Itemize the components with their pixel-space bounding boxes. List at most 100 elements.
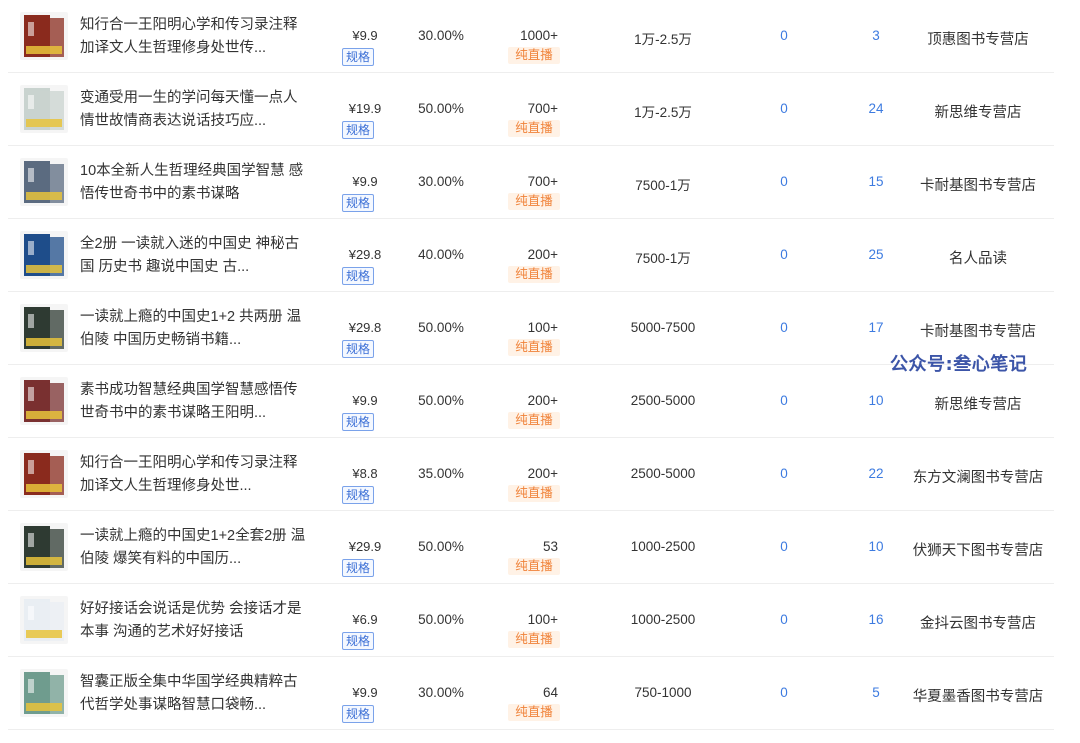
- spec-button[interactable]: 规格: [342, 48, 375, 66]
- product-price: ¥6.9: [352, 612, 378, 627]
- spec-button[interactable]: 规格: [342, 413, 375, 431]
- spec-button[interactable]: 规格: [342, 267, 375, 285]
- count-link-a[interactable]: 0: [748, 247, 820, 262]
- product-title[interactable]: 知行合一王阳明心学和传习录注释加译文人生哲理修身处世传...: [80, 14, 308, 60]
- book-cover-thumbnail[interactable]: [20, 12, 68, 60]
- table-row[interactable]: 一读就上瘾的中国史1+2全套2册 温伯陵 爆笑有料的中国历... ¥29.9 规…: [8, 511, 1054, 584]
- sales-count: 53: [542, 539, 558, 554]
- commission-rate: 50.00%: [418, 393, 464, 408]
- sales-count: 64: [542, 685, 558, 700]
- table-row[interactable]: 好好接话会说话是优势 会接话才是本事 沟通的艺术好好接话 ¥6.9 规格 50.…: [8, 584, 1054, 657]
- sales-amount-range: 1000-2500: [630, 539, 696, 554]
- product-title[interactable]: 一读就上瘾的中国史1+2 共两册 温伯陵 中国历史畅销书籍...: [80, 306, 308, 352]
- count-link-b[interactable]: 22: [846, 466, 906, 481]
- count-link-b[interactable]: 5: [846, 685, 906, 700]
- book-cover-thumbnail[interactable]: [20, 158, 68, 206]
- sales-count: 100+: [527, 612, 558, 627]
- count-link-a[interactable]: 0: [748, 174, 820, 189]
- book-cover-thumbnail[interactable]: [20, 85, 68, 133]
- shop-name[interactable]: 金抖云图书专营店: [903, 612, 1053, 633]
- count-link-b[interactable]: 15: [846, 174, 906, 189]
- spec-button[interactable]: 规格: [342, 340, 375, 358]
- spec-button[interactable]: 规格: [342, 194, 375, 212]
- sales-amount-range: 1000-2500: [630, 612, 696, 627]
- product-price: ¥9.9: [352, 393, 378, 408]
- commission-rate: 40.00%: [418, 247, 464, 262]
- book-cover-thumbnail[interactable]: [20, 231, 68, 279]
- product-title[interactable]: 知行合一王阳明心学和传习录注释加译文人生哲理修身处世...: [80, 452, 308, 498]
- sales-count: 200+: [527, 466, 558, 481]
- book-cover-thumbnail[interactable]: [20, 669, 68, 717]
- shop-name[interactable]: 名人品读: [903, 247, 1053, 268]
- book-cover-thumbnail[interactable]: [20, 377, 68, 425]
- count-link-b[interactable]: 16: [846, 612, 906, 627]
- commission-rate: 30.00%: [418, 174, 464, 189]
- spec-button[interactable]: 规格: [342, 559, 375, 577]
- book-cover-thumbnail[interactable]: [20, 304, 68, 352]
- product-price: ¥19.9: [348, 101, 382, 116]
- spec-button[interactable]: 规格: [342, 632, 375, 650]
- count-link-a[interactable]: 0: [748, 539, 820, 554]
- count-link-b[interactable]: 10: [846, 539, 906, 554]
- table-row[interactable]: 10本全新人生哲理经典国学智慧 感悟传世奇书中的素书谋略 ¥9.9 规格 30.…: [8, 146, 1054, 219]
- shop-name[interactable]: 东方文澜图书专营店: [903, 466, 1053, 487]
- book-cover-thumbnail[interactable]: [20, 523, 68, 571]
- sales-count: 200+: [527, 247, 558, 262]
- live-only-badge: 纯直播: [508, 631, 560, 648]
- live-only-badge: 纯直播: [508, 120, 560, 137]
- count-link-a[interactable]: 0: [748, 466, 820, 481]
- count-link-b[interactable]: 17: [846, 320, 906, 335]
- sales-amount-range: 5000-7500: [630, 320, 696, 335]
- live-only-badge: 纯直播: [508, 485, 560, 502]
- book-cover-thumbnail[interactable]: [20, 450, 68, 498]
- sales-amount-range: 1万-2.5万: [634, 32, 692, 47]
- commission-rate: 50.00%: [418, 101, 464, 116]
- shop-name[interactable]: 卡耐基图书专营店: [903, 174, 1053, 195]
- count-link-b[interactable]: 3: [846, 28, 906, 43]
- product-title[interactable]: 好好接话会说话是优势 会接话才是本事 沟通的艺术好好接话: [80, 598, 308, 644]
- sales-amount-range: 1万-2.5万: [634, 105, 692, 120]
- count-link-a[interactable]: 0: [748, 612, 820, 627]
- shop-name[interactable]: 华夏墨香图书专营店: [903, 685, 1053, 706]
- product-title[interactable]: 一读就上瘾的中国史1+2全套2册 温伯陵 爆笑有料的中国历...: [80, 525, 308, 571]
- product-price: ¥9.9: [352, 174, 378, 189]
- book-cover-thumbnail[interactable]: [20, 596, 68, 644]
- product-price: ¥9.9: [352, 28, 378, 43]
- count-link-b[interactable]: 24: [846, 101, 906, 116]
- spec-button[interactable]: 规格: [342, 486, 375, 504]
- shop-name[interactable]: 伏狮天下图书专营店: [903, 539, 1053, 560]
- shop-name[interactable]: 顶惠图书专营店: [903, 28, 1053, 49]
- count-link-a[interactable]: 0: [748, 28, 820, 43]
- shop-name[interactable]: 卡耐基图书专营店: [903, 320, 1053, 341]
- spec-button[interactable]: 规格: [342, 705, 375, 723]
- count-link-a[interactable]: 0: [748, 320, 820, 335]
- spec-button[interactable]: 规格: [342, 121, 375, 139]
- live-only-badge: 纯直播: [508, 193, 560, 210]
- product-title[interactable]: 智囊正版全集中华国学经典精粹古代哲学处事谋略智慧口袋畅...: [80, 671, 308, 717]
- live-only-badge: 纯直播: [508, 412, 560, 429]
- watermark: 公众号:叁心笔记: [890, 354, 1028, 375]
- count-link-b[interactable]: 10: [846, 393, 906, 408]
- product-title[interactable]: 10本全新人生哲理经典国学智慧 感悟传世奇书中的素书谋略: [80, 160, 308, 206]
- product-title[interactable]: 变通受用一生的学问每天懂一点人情世故情商表达说话技巧应...: [80, 87, 308, 133]
- product-title[interactable]: 全2册 一读就入迷的中国史 神秘古国 历史书 趣说中国史 古...: [80, 233, 308, 279]
- count-link-b[interactable]: 25: [846, 247, 906, 262]
- sales-amount-range: 2500-5000: [630, 466, 696, 481]
- live-only-badge: 纯直播: [508, 266, 560, 283]
- table-row[interactable]: 变通受用一生的学问每天懂一点人情世故情商表达说话技巧应... ¥19.9 规格 …: [8, 73, 1054, 146]
- table-row[interactable]: 知行合一王阳明心学和传习录注释加译文人生哲理修身处世... ¥8.8 规格 35…: [8, 438, 1054, 511]
- count-link-a[interactable]: 0: [748, 101, 820, 116]
- sales-count: 700+: [527, 174, 558, 189]
- product-price: ¥8.8: [352, 466, 378, 481]
- shop-name[interactable]: 新思维专营店: [903, 101, 1053, 122]
- commission-rate: 30.00%: [418, 685, 464, 700]
- count-link-a[interactable]: 0: [748, 393, 820, 408]
- table-row[interactable]: 全2册 一读就入迷的中国史 神秘古国 历史书 趣说中国史 古... ¥29.8 …: [8, 219, 1054, 292]
- table-row[interactable]: 知行合一王阳明心学和传习录注释加译文人生哲理修身处世传... ¥9.9 规格 3…: [8, 0, 1054, 73]
- sales-count: 200+: [527, 393, 558, 408]
- shop-name[interactable]: 新思维专营店: [903, 393, 1053, 414]
- product-price: ¥29.8: [348, 247, 382, 262]
- product-title[interactable]: 素书成功智慧经典国学智慧感悟传世奇书中的素书谋略王阳明...: [80, 379, 308, 425]
- table-row[interactable]: 智囊正版全集中华国学经典精粹古代哲学处事谋略智慧口袋畅... ¥9.9 规格 3…: [8, 657, 1054, 730]
- count-link-a[interactable]: 0: [748, 685, 820, 700]
